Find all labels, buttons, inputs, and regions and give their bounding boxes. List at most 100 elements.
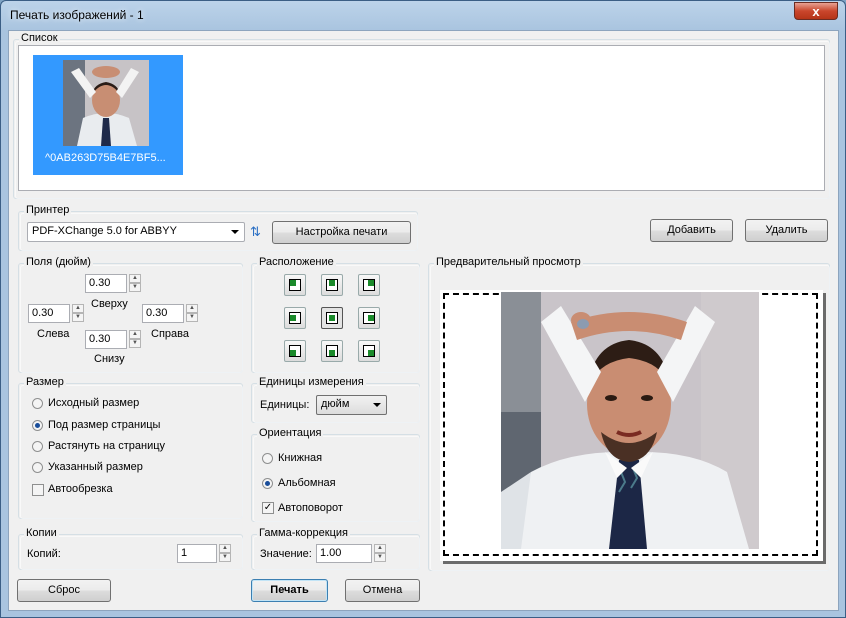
- autocrop-checkbox[interactable]: [32, 484, 44, 496]
- add-button[interactable]: Добавить: [650, 219, 733, 242]
- spin-down-icon[interactable]: ▼: [72, 313, 84, 322]
- spin-down-icon[interactable]: ▼: [129, 283, 141, 292]
- delete-button[interactable]: Удалить: [745, 219, 828, 242]
- gamma-legend: Гамма-коррекция: [257, 527, 350, 539]
- position-bottom-left-button[interactable]: [284, 340, 306, 362]
- list-legend: Список: [19, 32, 60, 44]
- margin-bottom-spinner[interactable]: 0.30 ▲ ▼: [85, 330, 141, 349]
- copies-group: Копии Копий: 1 ▲ ▼: [18, 527, 243, 570]
- spin-down-icon[interactable]: ▼: [374, 553, 386, 562]
- margin-bottom-label: Снизу: [94, 353, 125, 365]
- position-bottom-center-button[interactable]: [321, 340, 343, 362]
- radio-original[interactable]: [32, 398, 43, 409]
- gamma-label: Значение:: [260, 548, 312, 560]
- printer-legend: Принтер: [24, 204, 72, 216]
- printer-group: Принтер PDF-XChange 5.0 for ABBYY ⇅ Наст…: [18, 204, 418, 251]
- spin-down-icon[interactable]: ▼: [219, 553, 231, 562]
- orientation-group: Ориентация Книжная Альбомная ✓ Автоповор…: [251, 427, 420, 522]
- window-title: Печать изображений - 1: [10, 8, 144, 22]
- position-middle-right-button[interactable]: [358, 307, 380, 329]
- print-setup-button[interactable]: Настройка печати: [272, 221, 411, 244]
- close-button[interactable]: x: [794, 2, 838, 20]
- position-middle-left-button[interactable]: [284, 307, 306, 329]
- radio-stretch[interactable]: [32, 441, 43, 452]
- radio-portrait[interactable]: [262, 453, 273, 464]
- print-dialog-window: Печать изображений - 1 x Список ^0AB263D…: [0, 0, 846, 618]
- size-legend: Размер: [24, 376, 66, 388]
- title-bar[interactable]: Печать изображений - 1 x: [1, 1, 845, 29]
- reset-button[interactable]: Сброс: [17, 579, 111, 602]
- radio-fit[interactable]: [32, 420, 43, 431]
- radio-landscape[interactable]: [262, 478, 273, 489]
- position-top-right-button[interactable]: [358, 274, 380, 296]
- preview-page: [440, 290, 823, 561]
- chevron-down-icon: [231, 230, 239, 234]
- spin-up-icon[interactable]: ▲: [72, 304, 84, 313]
- margin-right-label: Справа: [151, 328, 189, 340]
- units-label: Единицы:: [260, 399, 310, 411]
- margin-left-label: Слева: [37, 328, 70, 340]
- print-button[interactable]: Печать: [251, 579, 328, 602]
- margin-top-label: Сверху: [91, 298, 128, 310]
- margin-left-spinner[interactable]: 0.30 ▲ ▼: [28, 304, 84, 323]
- cancel-button[interactable]: Отмена: [345, 579, 420, 602]
- units-legend: Единицы измерения: [257, 376, 366, 388]
- preview-image: [501, 292, 759, 549]
- units-group: Единицы измерения Единицы: дюйм: [251, 376, 420, 423]
- position-center-button[interactable]: [321, 307, 343, 329]
- preview-group: Предварительный просмотр: [428, 256, 830, 571]
- copies-label: Копий:: [27, 548, 61, 560]
- spin-up-icon[interactable]: ▲: [129, 274, 141, 283]
- orientation-legend: Ориентация: [257, 427, 324, 439]
- radio-custom[interactable]: [32, 462, 43, 473]
- size-option-stretch-label: Растянуть на страницу: [48, 440, 166, 452]
- spin-up-icon[interactable]: ▲: [129, 330, 141, 339]
- autocrop-label: Автообрезка: [48, 483, 113, 495]
- autorotate-checkbox[interactable]: ✓: [262, 502, 274, 514]
- margin-left-field[interactable]: 0.30: [28, 304, 70, 323]
- spin-up-icon[interactable]: ▲: [219, 544, 231, 553]
- autorotate-label: Автоповорот: [278, 502, 343, 514]
- position-top-center-button[interactable]: [321, 274, 343, 296]
- margin-bottom-field[interactable]: 0.30: [85, 330, 127, 349]
- size-option-original-label: Исходный размер: [48, 397, 140, 409]
- margin-right-spinner[interactable]: 0.30 ▲ ▼: [142, 304, 198, 323]
- size-option-fit-label: Под размер страницы: [48, 419, 161, 431]
- size-group: Размер Исходный размер Под размер страни…: [18, 376, 243, 519]
- margin-right-field[interactable]: 0.30: [142, 304, 184, 323]
- spin-down-icon[interactable]: ▼: [186, 313, 198, 322]
- list-group: Список ^0AB263D75B4E7BF5...: [13, 32, 830, 199]
- copies-legend: Копии: [24, 527, 59, 539]
- image-list[interactable]: ^0AB263D75B4E7BF5...: [18, 45, 825, 191]
- printer-select-value: PDF-XChange 5.0 for ABBYY: [32, 225, 177, 237]
- units-select[interactable]: дюйм: [316, 395, 387, 415]
- gamma-group: Гамма-коррекция Значение: 1.00 ▲ ▼: [251, 527, 420, 570]
- copies-field[interactable]: 1: [177, 544, 217, 563]
- position-group: Расположение: [251, 256, 420, 373]
- position-legend: Расположение: [257, 256, 336, 268]
- dialog-client-area: Список ^0AB263D75B4E7BF5... Принтер PDF-…: [8, 30, 839, 611]
- margin-top-field[interactable]: 0.30: [85, 274, 127, 293]
- size-option-custom-label: Указанный размер: [48, 461, 143, 473]
- margins-legend: Поля (дюйм): [24, 256, 93, 268]
- spin-up-icon[interactable]: ▲: [374, 544, 386, 553]
- close-icon: x: [812, 4, 820, 19]
- preview-legend: Предварительный просмотр: [434, 256, 583, 268]
- orientation-portrait-label: Книжная: [278, 452, 323, 464]
- gamma-spinner[interactable]: 1.00 ▲ ▼: [316, 544, 386, 563]
- margins-group: Поля (дюйм) 0.30 ▲ ▼ Сверху 0.30 ▲ ▼ Слева…: [18, 256, 243, 373]
- printer-select[interactable]: PDF-XChange 5.0 for ABBYY: [27, 222, 245, 242]
- copies-spinner[interactable]: 1 ▲ ▼: [177, 544, 231, 563]
- spin-down-icon[interactable]: ▼: [129, 339, 141, 348]
- spin-up-icon[interactable]: ▲: [186, 304, 198, 313]
- refresh-icon[interactable]: ⇅: [250, 224, 261, 240]
- position-top-left-button[interactable]: [284, 274, 306, 296]
- list-item-filename: ^0AB263D75B4E7BF5...: [45, 152, 166, 164]
- chevron-down-icon: [373, 403, 381, 407]
- margin-top-spinner[interactable]: 0.30 ▲ ▼: [85, 274, 141, 293]
- gamma-field[interactable]: 1.00: [316, 544, 372, 563]
- position-bottom-right-button[interactable]: [358, 340, 380, 362]
- image-thumbnail: [63, 60, 149, 146]
- list-item[interactable]: ^0AB263D75B4E7BF5...: [33, 55, 183, 175]
- orientation-landscape-label: Альбомная: [278, 477, 336, 489]
